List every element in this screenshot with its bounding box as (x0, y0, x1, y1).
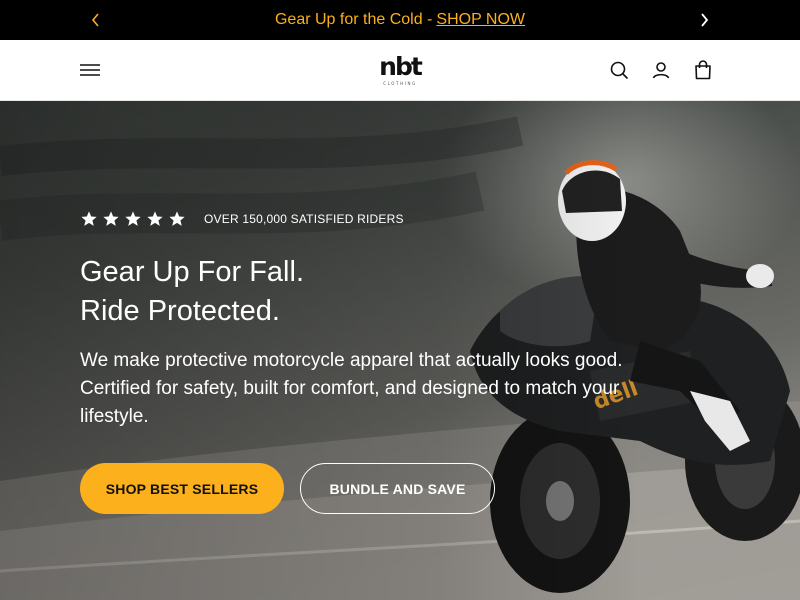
hero-subtext: We make protective motorcycle apparel th… (80, 350, 623, 427)
logo[interactable]: nbt CLOTHING (372, 50, 428, 90)
announcement-message: Gear Up for the Cold - SHOP NOW (275, 11, 525, 29)
hero-headline: Gear Up For Fall. Ride Protected. (80, 253, 304, 331)
star-icon (103, 211, 119, 226)
search-icon[interactable] (607, 58, 631, 82)
bundle-and-save-button[interactable]: BUNDLE AND SAVE (300, 463, 495, 514)
rating-row: OVER 150,000 SATISFIED RIDERS (80, 210, 404, 228)
cart-icon[interactable] (691, 58, 715, 82)
site-header: nbt CLOTHING (0, 40, 800, 101)
svg-text:CLOTHING: CLOTHING (383, 81, 417, 86)
chevron-left-icon[interactable] (86, 10, 106, 30)
hero-banner: dell OVER 150,000 SATISFIED RIDERS Gear … (0, 101, 800, 600)
svg-text:nbt: nbt (379, 52, 423, 81)
account-icon[interactable] (649, 58, 673, 82)
rating-stars (80, 210, 186, 228)
star-icon (81, 211, 97, 226)
star-icon (147, 211, 163, 226)
announcement-shop-link[interactable]: SHOP NOW (436, 11, 525, 29)
announcement-text: Gear Up for the Cold - (274, 11, 433, 28)
chevron-right-icon[interactable] (694, 10, 714, 30)
hamburger-menu-icon[interactable] (78, 60, 102, 80)
rating-text: OVER 150,000 SATISFIED RIDERS (204, 212, 404, 226)
headline-line-2: Ride Protected. (80, 295, 280, 327)
star-icon (169, 211, 185, 226)
announcement-bar: Gear Up for the Cold - SHOP NOW (0, 0, 800, 40)
star-icon (125, 211, 141, 226)
shop-best-sellers-button[interactable]: SHOP BEST SELLERS (80, 463, 284, 514)
headline-line-1: Gear Up For Fall. (80, 256, 304, 288)
